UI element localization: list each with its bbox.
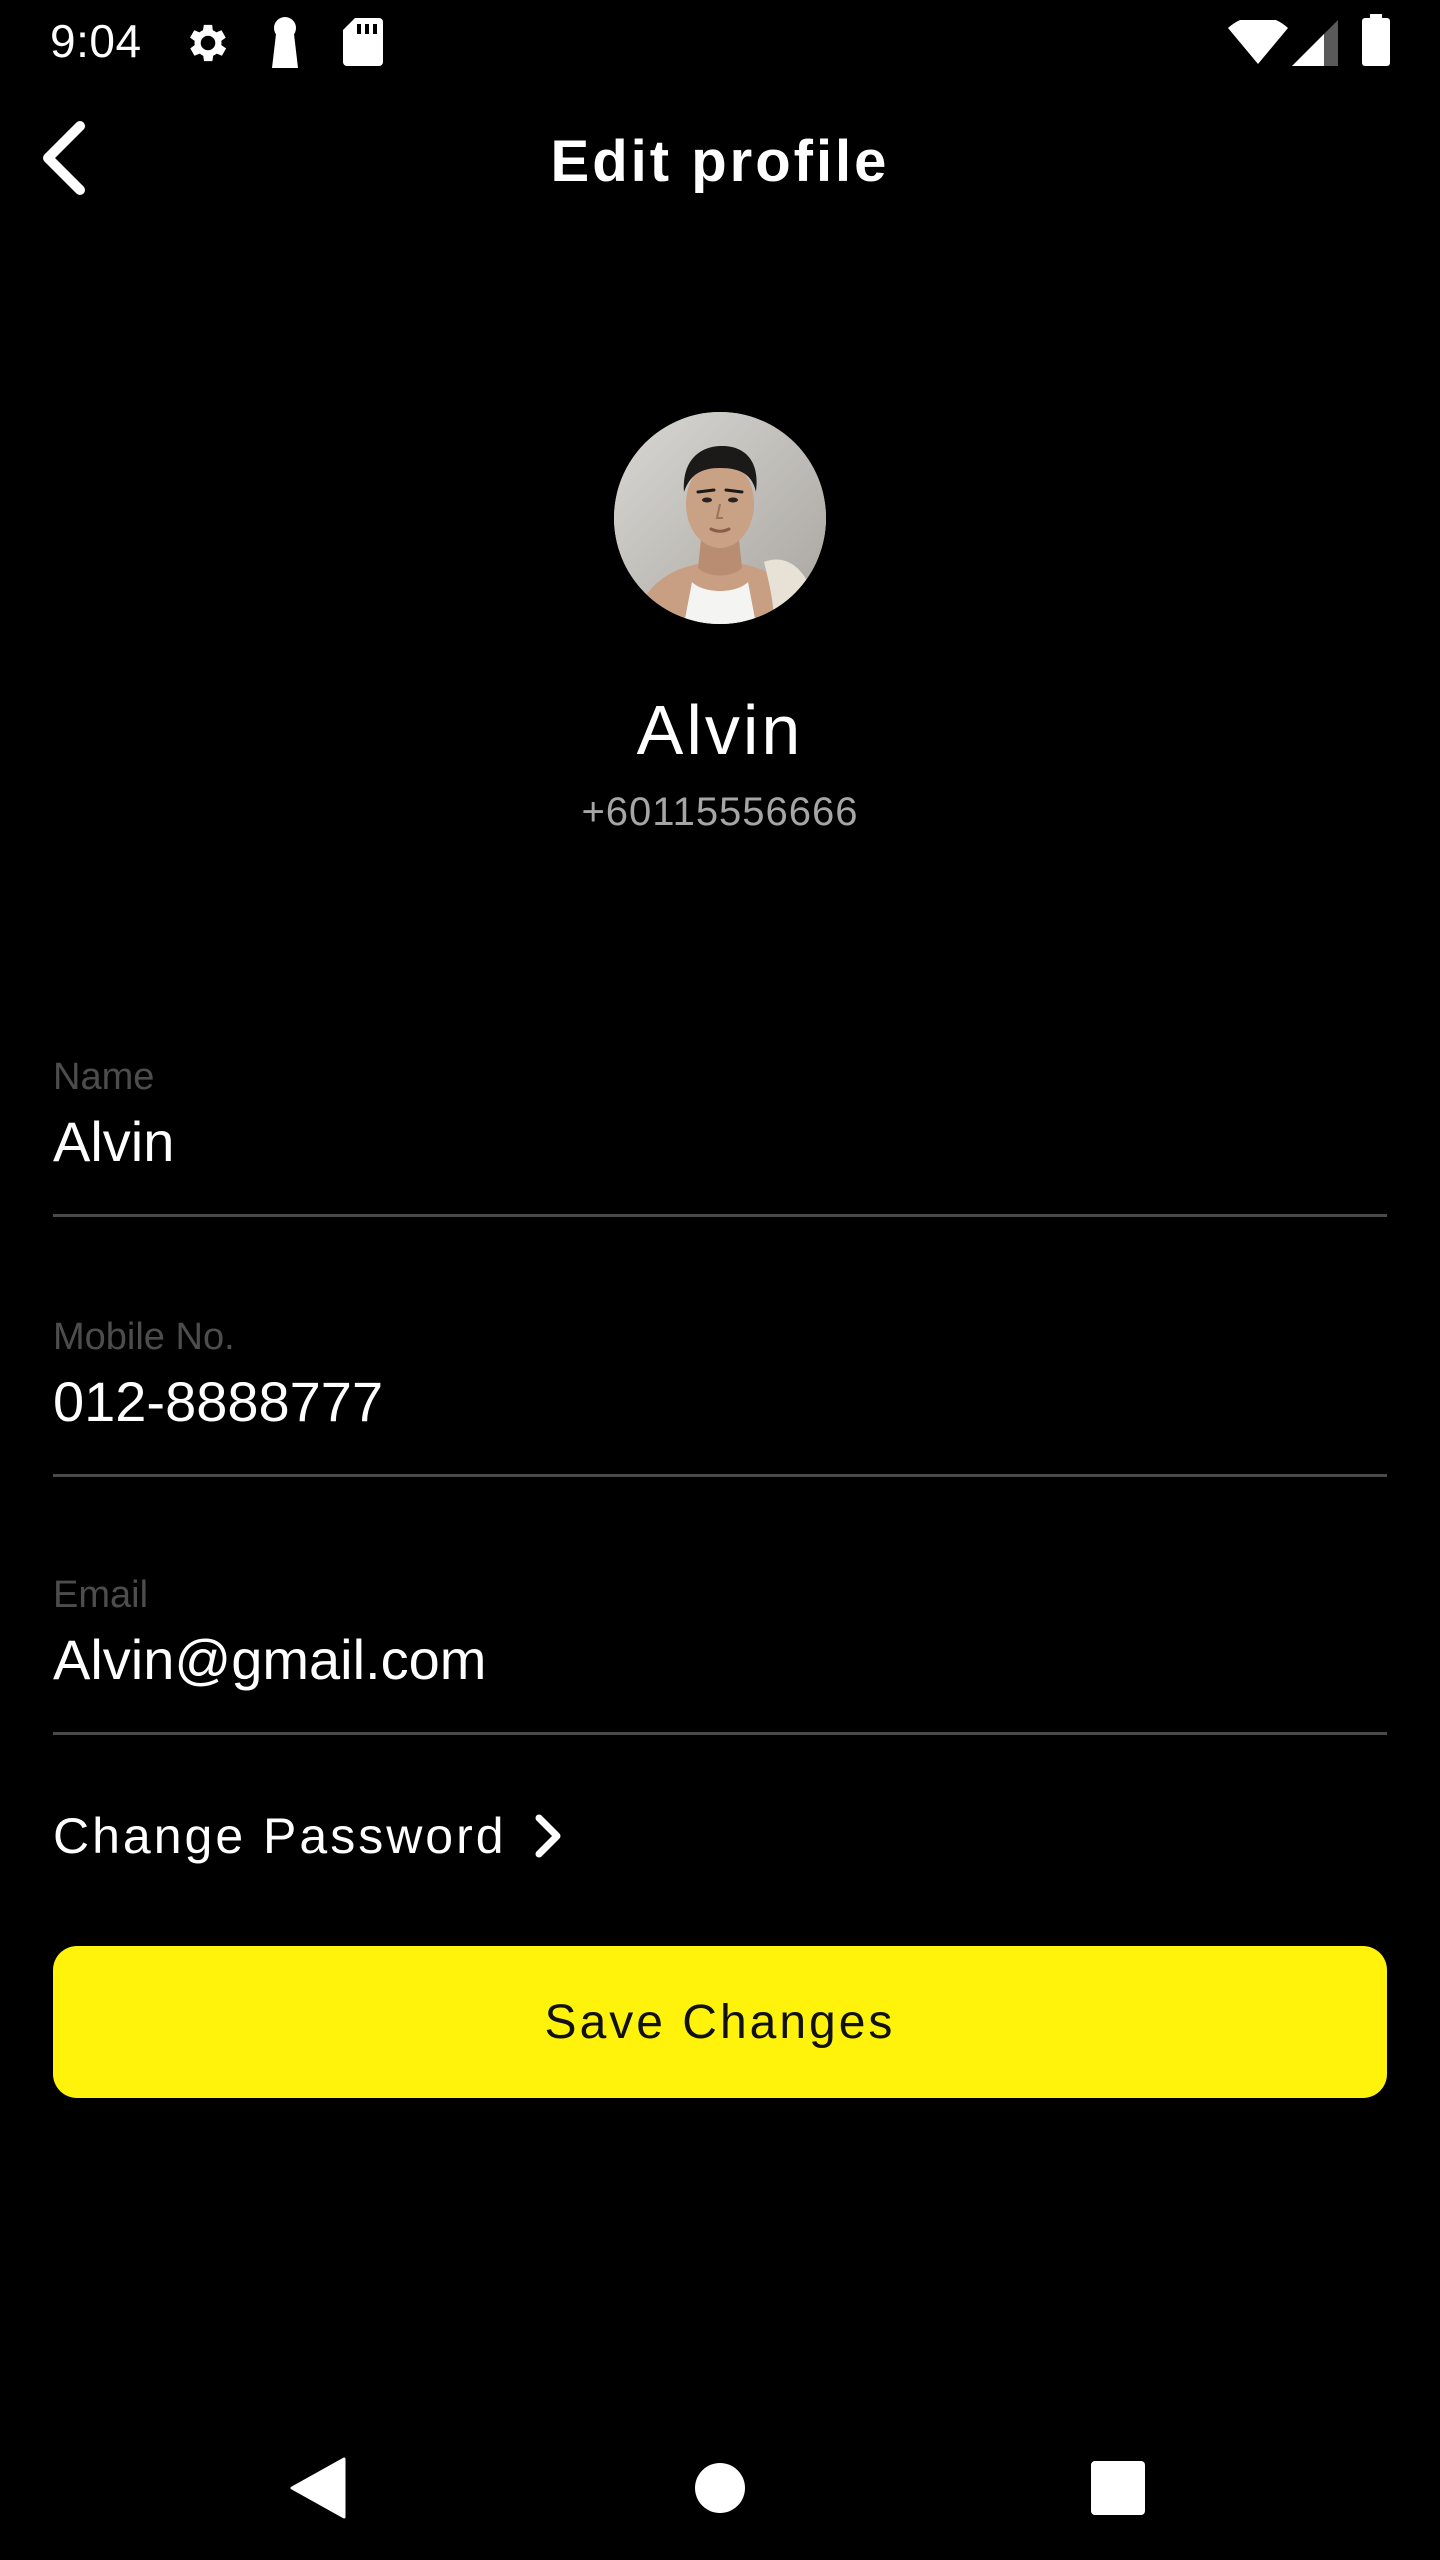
battery-icon — [1362, 14, 1390, 71]
app-bar: Edit profile — [0, 84, 1440, 236]
cell-signal-icon — [1292, 20, 1338, 71]
status-bar: 9:04 — [0, 0, 1440, 84]
nav-back-button[interactable] — [268, 2440, 368, 2540]
home-circle-icon — [694, 2462, 746, 2519]
recents-square-icon — [1091, 2460, 1145, 2520]
sd-card-icon — [343, 18, 383, 71]
chevron-right-icon — [533, 1814, 563, 1858]
mobile-input[interactable] — [53, 1366, 1387, 1436]
system-nav-bar — [0, 2420, 1440, 2560]
profile-phone: +60115556666 — [581, 790, 859, 834]
save-changes-button[interactable]: Save Changes — [53, 1946, 1387, 2098]
email-field-underline — [53, 1732, 1387, 1735]
avatar[interactable] — [614, 412, 826, 624]
page-title: Edit profile — [550, 129, 890, 194]
name-field: Name — [53, 1056, 1387, 1220]
name-field-label: Name — [53, 1056, 155, 1098]
email-field-label: Email — [53, 1574, 149, 1616]
keyhole-icon — [268, 16, 302, 73]
email-field: Email — [53, 1574, 1387, 1738]
name-field-underline — [53, 1214, 1387, 1217]
nav-home-button[interactable] — [670, 2440, 770, 2540]
nav-recents-button[interactable] — [1068, 2440, 1168, 2540]
user-avatar-photo — [614, 412, 826, 624]
mobile-field-underline — [53, 1474, 1387, 1477]
status-time: 9:04 — [50, 15, 142, 67]
change-password-link[interactable]: Change Password — [53, 1800, 563, 1872]
back-triangle-icon — [290, 2457, 346, 2524]
name-input[interactable] — [53, 1106, 1387, 1176]
profile-name: Alvin — [636, 691, 804, 769]
email-input[interactable] — [53, 1624, 1387, 1694]
wifi-icon — [1228, 16, 1288, 69]
gear-icon — [183, 18, 233, 73]
mobile-field: Mobile No. — [53, 1316, 1387, 1480]
change-password-label: Change Password — [53, 1808, 507, 1864]
mobile-field-label: Mobile No. — [53, 1316, 235, 1358]
